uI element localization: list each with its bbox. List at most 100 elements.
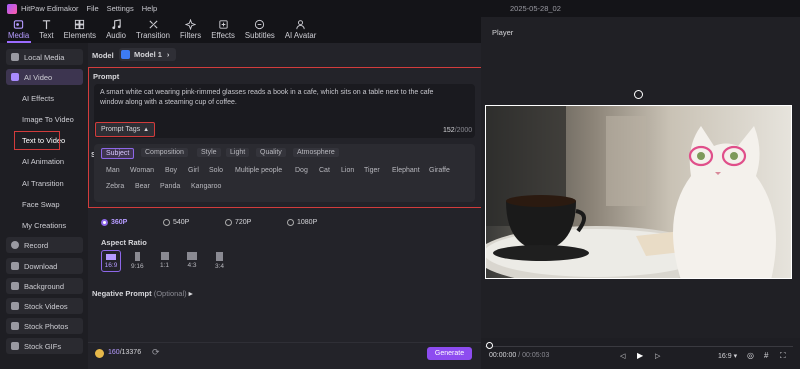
prev-frame-icon[interactable]: ◁: [620, 352, 625, 360]
transition-icon: [148, 20, 158, 29]
aspect-ratio-label: Aspect Ratio: [101, 238, 147, 247]
tag-dog[interactable]: Dog: [295, 167, 308, 174]
bottom-divider: [88, 342, 481, 343]
tab-effects[interactable]: Effects: [206, 19, 240, 43]
generate-button[interactable]: Generate: [427, 347, 472, 360]
radio-720p[interactable]: [225, 219, 232, 226]
tab-elements[interactable]: Elements: [59, 19, 102, 43]
tab-text[interactable]: Text: [34, 19, 58, 43]
tag-zebra[interactable]: Zebra: [106, 183, 124, 190]
aspect-16-9[interactable]: 16:9: [101, 250, 121, 272]
fullscreen-icon[interactable]: ⛶: [780, 351, 786, 361]
tag-category-subject[interactable]: Subject: [101, 148, 135, 159]
tag-kangaroo[interactable]: Kangaroo: [191, 183, 221, 190]
sidebar-item-background[interactable]: Background: [6, 278, 83, 294]
tag-panda[interactable]: Panda: [160, 183, 180, 190]
title-bar: HitPaw Edimakor File Settings Help 2025-…: [0, 0, 800, 17]
aspect-9-16[interactable]: 9:16: [131, 252, 144, 270]
tab-media[interactable]: Media: [3, 19, 34, 43]
aspect-4-3[interactable]: 4:3: [187, 252, 197, 269]
refresh-icon[interactable]: ⟳: [152, 347, 160, 358]
tag-man[interactable]: Man: [106, 167, 120, 174]
menu-help[interactable]: Help: [142, 4, 157, 13]
sidebar-item-stock-videos[interactable]: Stock Videos: [6, 298, 83, 314]
sidebar-item-ai-transition[interactable]: AI Transition: [6, 175, 83, 191]
sidebar-item-stock-gifs[interactable]: Stock GIFs: [6, 338, 83, 354]
tag-giraffe[interactable]: Giraffe: [429, 167, 450, 174]
tag-category-atmosphere[interactable]: Atmosphere: [293, 148, 339, 157]
audio-icon: [111, 19, 121, 30]
aspect-3-4[interactable]: 3:4: [215, 252, 224, 270]
play-icon[interactable]: ▶: [637, 351, 643, 360]
ratio-3-4-icon: [216, 252, 224, 261]
sidebar-item-image-to-video[interactable]: Image To Video: [6, 111, 83, 127]
tag-elephant[interactable]: Elephant: [392, 167, 420, 174]
timeline-track[interactable]: [485, 346, 793, 347]
video-icon: [11, 302, 19, 310]
grid-icon[interactable]: #: [764, 351, 768, 360]
text-icon: [42, 20, 51, 30]
tag-lion[interactable]: Lion: [341, 167, 354, 174]
sidebar-item-local-media[interactable]: Local Media: [6, 49, 83, 65]
sidebar-item-face-swap[interactable]: Face Swap: [6, 196, 83, 212]
radio-1080p[interactable]: [287, 219, 294, 226]
tag-boy[interactable]: Boy: [165, 167, 177, 174]
radio-540p[interactable]: [163, 219, 170, 226]
aspect-1-1[interactable]: 1:1: [160, 252, 169, 269]
tag-girl[interactable]: Girl: [188, 167, 199, 174]
credits-display: 160/13376: [108, 349, 142, 356]
snapshot-icon[interactable]: ◎: [747, 351, 754, 360]
tag-woman[interactable]: Woman: [130, 167, 154, 174]
sidebar-item-download[interactable]: Download: [6, 258, 83, 274]
download-icon: [11, 262, 19, 270]
tag-category-light[interactable]: Light: [226, 148, 250, 157]
rotate-handle-icon[interactable]: [634, 90, 643, 99]
caret-up-icon: ▲: [143, 126, 150, 133]
tag-solo[interactable]: Solo: [209, 167, 223, 174]
radio-360p[interactable]: [101, 219, 108, 226]
next-frame-icon[interactable]: ▷: [655, 352, 660, 360]
tag-category-style[interactable]: Style: [197, 148, 221, 157]
coin-icon: [95, 349, 104, 358]
tag-category-quality[interactable]: Quality: [256, 148, 286, 157]
tab-filters[interactable]: Filters: [175, 19, 206, 43]
negative-prompt-toggle[interactable]: Negative Prompt (Optional) ▸: [92, 289, 193, 298]
sidebar-item-ai-video[interactable]: AI Video: [6, 69, 83, 85]
lightning-icon: [121, 50, 130, 59]
caret-right-icon: ▸: [188, 289, 193, 298]
tag-cat[interactable]: Cat: [319, 167, 330, 174]
elements-icon: [75, 19, 85, 30]
prompt-tags-button[interactable]: Prompt Tags ▲: [95, 122, 155, 137]
media-icon: [13, 20, 24, 29]
tab-ai-avatar[interactable]: AI Avatar: [280, 19, 322, 43]
tag-tiger[interactable]: Tiger: [364, 167, 380, 174]
gif-icon: [11, 342, 19, 350]
preview-image[interactable]: [485, 105, 792, 279]
filters-icon: [185, 19, 197, 30]
effects-icon: [218, 20, 228, 29]
tab-audio[interactable]: Audio: [101, 19, 131, 43]
tag-category-composition[interactable]: Composition: [141, 148, 188, 157]
res-360p-label: 360P: [111, 219, 128, 226]
tab-subtitles[interactable]: Subtitles: [240, 19, 280, 43]
ratio-dropdown[interactable]: 16:9 ▾: [718, 352, 737, 360]
model-selector[interactable]: Model 1 ›: [119, 48, 176, 61]
time-readout: 00:00:00 / 00:05:03: [489, 352, 550, 359]
sidebar-item-ai-effects[interactable]: AI Effects: [6, 90, 83, 106]
ai-video-icon: [11, 73, 19, 81]
menu-settings[interactable]: Settings: [107, 4, 134, 13]
app-logo: [7, 3, 17, 14]
sidebar-item-stock-photos[interactable]: Stock Photos: [6, 318, 83, 334]
tag-bear[interactable]: Bear: [135, 183, 150, 190]
tag-multiple-people[interactable]: Multiple people: [235, 167, 282, 174]
tab-transition[interactable]: Transition: [131, 19, 175, 43]
sidebar-item-record[interactable]: Record: [6, 237, 83, 253]
playhead-handle[interactable]: [486, 342, 493, 349]
menu-file[interactable]: File: [87, 4, 99, 13]
sidebar-item-ai-animation[interactable]: AI Animation: [6, 153, 83, 169]
text-to-video-highlight: [14, 131, 60, 150]
photo-icon: [11, 322, 19, 330]
ratio-16-9-icon: [106, 253, 116, 260]
sidebar-item-my-creations[interactable]: My Creations: [6, 217, 83, 233]
res-1080p-label: 1080P: [297, 219, 318, 226]
